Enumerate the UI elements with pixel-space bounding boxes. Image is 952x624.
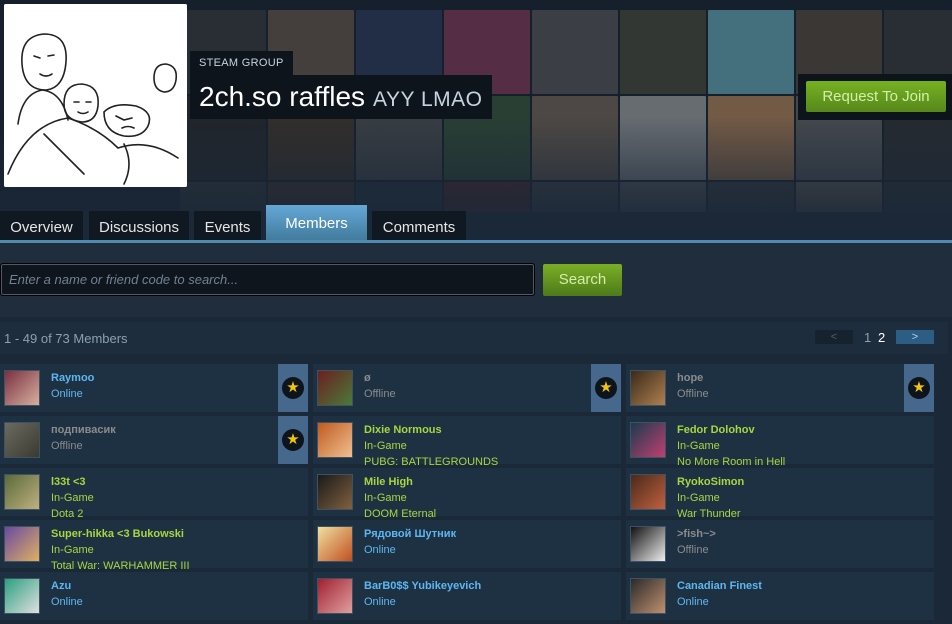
group-title-box: 2ch.so raffles AYY LMAO [190, 75, 493, 119]
member-name: Super-hikka <3 Bukowski [51, 528, 184, 540]
member-name: l33t <3 [51, 476, 86, 488]
member-card[interactable]: hope Offline ★ [626, 364, 934, 412]
tab-overview[interactable]: Overview [0, 211, 83, 241]
member-avatar [4, 578, 40, 614]
member-avatar [4, 370, 40, 406]
member-count-text: 1 - 49 of 73 Members [4, 331, 128, 346]
member-game: No More Room in Hell [677, 456, 786, 468]
member-name: подпивасик [51, 424, 116, 436]
member-avatar [317, 526, 353, 562]
member-game: DOOM Eternal [364, 508, 437, 520]
member-card[interactable]: Canadian Finest Online [626, 572, 934, 620]
member-status: In-Game [364, 492, 407, 504]
member-status: Online [364, 596, 396, 608]
next-page-button[interactable]: > [896, 330, 934, 344]
star-icon: ★ [282, 377, 304, 399]
member-avatar [630, 474, 666, 510]
star-icon: ★ [282, 429, 304, 451]
prev-page-button[interactable]: < [815, 330, 853, 344]
member-avatar [4, 526, 40, 562]
member-name: Dixie Normous [364, 424, 442, 436]
member-name: Raymoo [51, 372, 95, 384]
member-card[interactable]: >fish~> Offline [626, 520, 934, 568]
member-status: Offline [677, 544, 709, 556]
member-avatar [4, 474, 40, 510]
steam-group-tag: STEAM GROUP [190, 51, 293, 75]
member-name: ø [364, 372, 371, 384]
group-tabs: Overview Discussions Events Members Comm… [0, 205, 952, 241]
member-avatar [630, 422, 666, 458]
member-name: >fish~> [677, 528, 716, 540]
member-card[interactable]: BarB0$$ Yubikeyevich Online [313, 572, 621, 620]
member-status: Offline [364, 388, 396, 400]
member-card[interactable]: Fedor Dolohov In-Game No More Room in He… [626, 416, 934, 468]
member-name: BarB0$$ Yubikeyevich [364, 580, 482, 592]
member-status: In-Game [51, 492, 94, 504]
page-2-current: 2 [878, 330, 886, 345]
member-name: Azu [51, 580, 72, 592]
group-avatar [4, 4, 187, 187]
member-status: Online [677, 596, 709, 608]
member-avatar [630, 370, 666, 406]
tab-members[interactable]: Members [266, 205, 367, 241]
tab-discussions[interactable]: Discussions [89, 211, 189, 241]
member-name: hope [677, 372, 704, 384]
member-game: War Thunder [677, 508, 741, 520]
search-button[interactable]: Search [543, 264, 622, 296]
member-card[interactable]: Рядовой Шутник Online [313, 520, 621, 568]
member-card[interactable]: подпивасик Offline ★ [0, 416, 308, 464]
member-status: Offline [677, 388, 709, 400]
member-status: In-Game [364, 440, 407, 452]
member-name: Fedor Dolohov [677, 424, 755, 436]
member-avatar [630, 526, 666, 562]
officer-badge: ★ [591, 364, 621, 412]
member-avatar [317, 422, 353, 458]
member-card[interactable]: RyokoSimon In-Game War Thunder [626, 468, 934, 520]
member-game: PUBG: BATTLEGROUNDS [364, 456, 499, 468]
officer-badge: ★ [278, 364, 308, 412]
member-card[interactable]: Dixie Normous In-Game PUBG: BATTLEGROUND… [313, 416, 621, 468]
member-status: In-Game [677, 492, 720, 504]
member-card[interactable]: Mile High In-Game DOOM Eternal [313, 468, 621, 520]
member-game: Total War: WARHAMMER III [51, 560, 190, 572]
member-game: Dota 2 [51, 508, 84, 520]
member-status: Online [51, 388, 83, 400]
star-icon: ★ [908, 377, 930, 399]
member-avatar [630, 578, 666, 614]
officer-badge: ★ [278, 416, 308, 464]
member-status: Offline [51, 440, 83, 452]
request-to-join-button[interactable]: Request To Join [806, 81, 946, 112]
member-name: Рядовой Шутник [364, 528, 457, 540]
member-card[interactable]: Azu Online [0, 572, 308, 620]
member-avatar [317, 474, 353, 510]
group-name: 2ch.so raffles [199, 81, 366, 112]
member-card[interactable]: Raymoo Online ★ [0, 364, 308, 412]
member-count-bar [0, 322, 948, 354]
member-card[interactable]: Super-hikka <3 Bukowski In-Game Total Wa… [0, 520, 308, 572]
tab-comments[interactable]: Comments [372, 211, 466, 241]
star-icon: ★ [595, 377, 617, 399]
member-status: Online [364, 544, 396, 556]
member-avatar [317, 578, 353, 614]
page-1-link[interactable]: 1 [864, 330, 871, 345]
member-status: Online [51, 596, 83, 608]
member-avatar [317, 370, 353, 406]
member-search-input[interactable]: Enter a name or friend code to search... [0, 263, 535, 296]
member-name: RyokoSimon [677, 476, 745, 488]
tab-events[interactable]: Events [194, 211, 261, 241]
officer-badge: ★ [904, 364, 934, 412]
member-name: Mile High [364, 476, 413, 488]
member-card[interactable]: l33t <3 In-Game Dota 2 [0, 468, 308, 520]
member-avatar [4, 422, 40, 458]
member-status: In-Game [51, 544, 94, 556]
member-card[interactable]: ø Offline ★ [313, 364, 621, 412]
member-name: Canadian Finest [677, 580, 762, 592]
group-abbreviation: AYY LMAO [373, 87, 483, 111]
member-status: In-Game [677, 440, 720, 452]
